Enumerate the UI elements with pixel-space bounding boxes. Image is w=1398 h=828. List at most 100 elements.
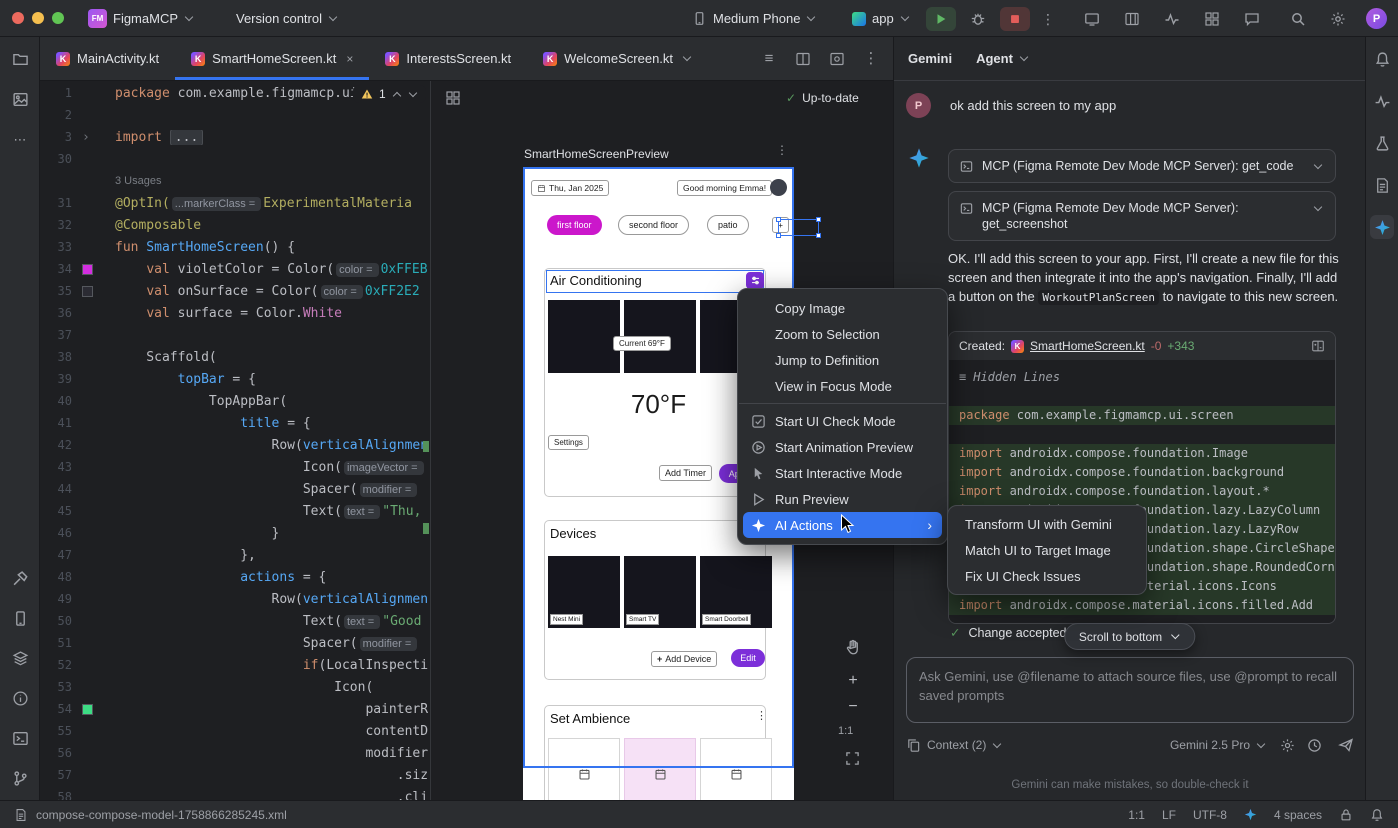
chat-input[interactable]: Ask Gemini, use @filename to attach sour… xyxy=(906,657,1354,723)
editor-tab-interestsscreen-kt[interactable]: KInterestsScreen.kt xyxy=(369,37,527,80)
expand-chevron-icon[interactable] xyxy=(1310,201,1325,216)
history-icon[interactable] xyxy=(1307,738,1322,753)
layout-inspector-icon[interactable] xyxy=(1120,7,1144,31)
project-icon[interactable] xyxy=(8,47,32,71)
more-tool-windows-icon[interactable]: ⋯ xyxy=(8,127,32,151)
open-diff-icon[interactable] xyxy=(1311,339,1325,353)
problems-icon[interactable] xyxy=(8,686,32,710)
menu-item-jump-to-definition[interactable]: Jump to Definition xyxy=(743,347,942,373)
selection-handle[interactable] xyxy=(816,233,821,238)
logcat-icon[interactable] xyxy=(1370,173,1394,197)
tab-gemini[interactable]: Gemini xyxy=(908,51,952,66)
code-view-icon[interactable]: ≡ xyxy=(757,47,781,71)
model-selector[interactable]: Gemini 2.5 Pro xyxy=(1170,738,1250,752)
run-button[interactable] xyxy=(926,7,956,31)
submenu-item-match-ui-to-target-image[interactable]: Match UI to Target Image xyxy=(953,537,1141,563)
encoding[interactable]: UTF-8 xyxy=(1193,808,1227,822)
selection-handle[interactable] xyxy=(776,233,781,238)
usages-inlay-hint[interactable]: 3 Usages xyxy=(115,175,161,187)
gutter-color-chip[interactable] xyxy=(82,286,93,297)
debug-button[interactable] xyxy=(964,7,992,31)
hidden-lines-row[interactable]: ≡Hidden Lines xyxy=(959,368,1325,387)
profiler-icon[interactable] xyxy=(1370,89,1394,113)
feedback-icon[interactable] xyxy=(1240,7,1264,31)
gemini-status-icon[interactable] xyxy=(1244,808,1257,821)
menu-item-copy-image[interactable]: Copy Image xyxy=(743,295,942,321)
build-icon[interactable] xyxy=(8,566,32,590)
editor-tab-welcomescreen-kt[interactable]: KWelcomeScreen.kt xyxy=(527,37,706,80)
design-view-icon[interactable] xyxy=(825,47,849,71)
selection-handle[interactable] xyxy=(776,217,781,222)
chat-settings-icon[interactable] xyxy=(1280,738,1295,753)
gemini-icon[interactable] xyxy=(1370,215,1394,239)
editor-tab-smarthomescreen-kt[interactable]: KSmartHomeScreen.kt× xyxy=(175,37,369,80)
context-icon[interactable] xyxy=(906,738,921,753)
stop-button[interactable] xyxy=(1000,7,1030,31)
run-configuration-selector[interactable]: app xyxy=(852,0,910,37)
next-issue-icon[interactable] xyxy=(408,88,418,100)
device-selector[interactable]: Medium Phone xyxy=(692,0,816,37)
app-menu-button[interactable]: FM FigmaMCP xyxy=(88,0,194,37)
vcs-widget[interactable]: Version control xyxy=(236,0,338,37)
settings-button[interactable] xyxy=(1326,7,1350,31)
tool-call-chip[interactable]: MCP (Figma Remote Dev Mode MCP Server): … xyxy=(948,191,1336,241)
split-view-icon[interactable] xyxy=(791,47,815,71)
menu-item-run-preview[interactable]: Run Preview xyxy=(743,486,942,512)
running-devices-icon[interactable] xyxy=(1080,7,1104,31)
editor-more-icon[interactable]: ⋮ xyxy=(859,47,883,71)
fold-arrow-icon[interactable]: › xyxy=(82,130,90,145)
prev-issue-icon[interactable] xyxy=(392,88,402,100)
gutter-color-chip[interactable] xyxy=(82,264,93,275)
menu-item-start-animation-preview[interactable]: Start Animation Preview xyxy=(743,434,942,460)
profiler-icon[interactable] xyxy=(1160,7,1184,31)
tool-call-chip[interactable]: MCP (Figma Remote Dev Mode MCP Server): … xyxy=(948,149,1336,183)
selection-handle[interactable] xyxy=(816,217,821,222)
preview-more-icon[interactable]: ⋮ xyxy=(776,143,788,157)
preview-view-mode-icon[interactable] xyxy=(445,90,461,106)
menu-item-view-in-focus-mode[interactable]: View in Focus Mode xyxy=(743,373,942,399)
resource-manager-icon[interactable] xyxy=(8,87,32,111)
context-label[interactable]: Context (2) xyxy=(927,738,986,752)
minimize-window-button[interactable] xyxy=(32,12,44,24)
build-variants-icon[interactable] xyxy=(8,646,32,670)
inspections-widget[interactable]: 1 xyxy=(353,85,426,103)
search-everywhere-button[interactable] xyxy=(1286,7,1310,31)
editor-tab-mainactivity-kt[interactable]: KMainActivity.kt xyxy=(40,37,175,80)
app-quality-insights-icon[interactable] xyxy=(1370,131,1394,155)
hidden-tabs-chevron-icon[interactable] xyxy=(684,57,690,60)
extensions-icon[interactable] xyxy=(1200,7,1224,31)
component-selection-box[interactable] xyxy=(778,219,819,236)
gutter-color-chip[interactable] xyxy=(82,704,93,715)
zoom-in-button[interactable]: + xyxy=(843,671,863,691)
notifications-icon[interactable] xyxy=(1370,47,1394,71)
notifications-icon[interactable] xyxy=(1370,808,1384,822)
terminal-icon[interactable] xyxy=(8,726,32,750)
preview-title[interactable]: SmartHomeScreenPreview xyxy=(524,147,669,161)
more-actions-button[interactable]: ⋮ xyxy=(1038,7,1058,31)
zoom-to-fit-button[interactable] xyxy=(843,749,861,767)
close-tab-icon[interactable]: × xyxy=(346,53,353,65)
maximize-window-button[interactable] xyxy=(52,12,64,24)
created-file-link[interactable]: SmartHomeScreen.kt xyxy=(1030,339,1145,353)
code-editor[interactable]: 1package com.example.figmamcp.ui23›impor… xyxy=(40,81,430,800)
close-window-button[interactable] xyxy=(12,12,24,24)
device-manager-icon[interactable] xyxy=(8,606,32,630)
profile-avatar[interactable]: P xyxy=(1366,8,1387,29)
zoom-ratio-button[interactable]: 1:1 xyxy=(838,725,853,737)
lock-icon[interactable] xyxy=(1339,808,1353,822)
menu-item-start-interactive-mode[interactable]: Start Interactive Mode xyxy=(743,460,942,486)
expand-chevron-icon[interactable] xyxy=(1310,159,1325,174)
line-ending[interactable]: LF xyxy=(1162,808,1176,822)
send-icon[interactable] xyxy=(1338,737,1354,753)
menu-item-zoom-to-selection[interactable]: Zoom to Selection xyxy=(743,321,942,347)
version-control-icon[interactable] xyxy=(8,766,32,790)
caret-position[interactable]: 1:1 xyxy=(1128,808,1145,822)
scroll-to-bottom-button[interactable]: Scroll to bottom xyxy=(1064,623,1195,650)
pan-tool-button[interactable] xyxy=(843,637,863,657)
zoom-out-button[interactable]: − xyxy=(843,697,863,717)
tab-agent[interactable]: Agent xyxy=(976,51,1029,66)
indent-setting[interactable]: 4 spaces xyxy=(1274,808,1322,822)
menu-item-start-ui-check-mode[interactable]: Start UI Check Mode xyxy=(743,408,942,434)
submenu-item-fix-ui-check-issues[interactable]: Fix UI Check Issues xyxy=(953,563,1141,589)
statusbar-filename[interactable]: compose-compose-model-1758866285245.xml xyxy=(36,808,287,822)
